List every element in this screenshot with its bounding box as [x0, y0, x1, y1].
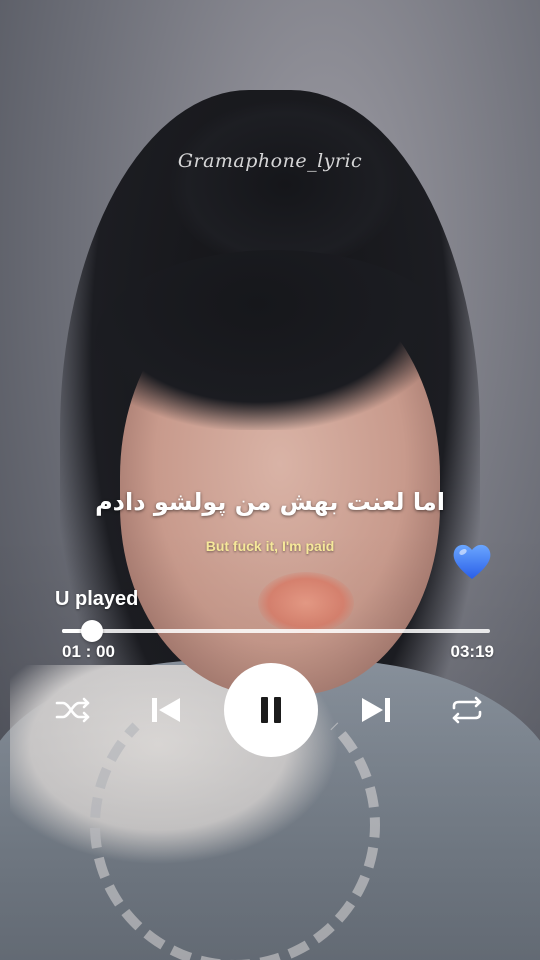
skip-next-icon [362, 698, 390, 722]
next-button[interactable] [356, 690, 396, 730]
photo-overlay [0, 0, 540, 960]
watermark: Gramaphone_lyric [177, 150, 363, 172]
pause-button[interactable] [224, 663, 318, 757]
time-elapsed: 01 : 00 [62, 642, 115, 661]
repeat-icon [452, 696, 482, 724]
lyric-persian: اما لعنت بهش من پولشو دادم [95, 488, 445, 516]
repeat-button[interactable] [448, 693, 486, 727]
shuffle-button[interactable] [54, 693, 92, 727]
previous-button[interactable] [146, 690, 186, 730]
time-total: 03:19 [450, 642, 494, 661]
shuffle-icon [55, 697, 90, 723]
pause-icon [261, 697, 281, 723]
status-label: U played [55, 588, 139, 610]
progress-bar[interactable] [62, 620, 490, 642]
playback-controls [0, 660, 540, 760]
skip-previous-icon [152, 698, 180, 722]
progress-track [62, 629, 490, 633]
progress-thumb[interactable] [80, 620, 103, 642]
blue-heart-icon [450, 540, 494, 584]
